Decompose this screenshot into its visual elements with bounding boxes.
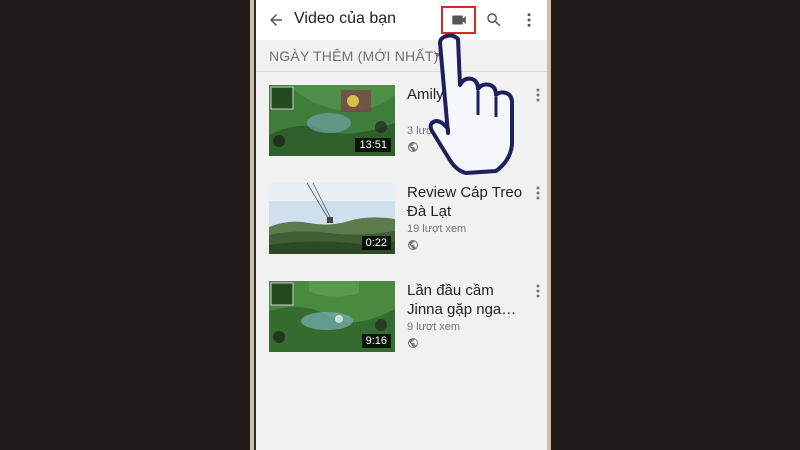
top-app-bar: Video của bạn: [256, 0, 547, 40]
upload-video-button[interactable]: [441, 6, 476, 34]
search-button[interactable]: [482, 8, 506, 32]
video-title: Amily có t: [407, 86, 473, 103]
more-vert-icon: [527, 13, 531, 27]
video-list-item[interactable]: 13:51 Amily có t 3 lượt: [256, 85, 547, 175]
globe-icon: [408, 142, 418, 152]
video-duration: 0:22: [361, 236, 391, 250]
video-views: 9 lượt xem: [407, 321, 461, 333]
sort-label: NGÀY THÊM (MỚI NHẤT): [269, 48, 439, 64]
globe-icon: [408, 338, 418, 348]
item-more-icon[interactable]: [533, 185, 543, 201]
video-duration: 13:51: [355, 138, 391, 152]
item-more-icon[interactable]: [533, 87, 543, 103]
video-camera-icon: [451, 15, 466, 25]
item-more-icon[interactable]: [533, 283, 543, 299]
search-icon: [487, 13, 501, 27]
back-button[interactable]: [264, 8, 288, 32]
globe-icon: [408, 240, 418, 250]
video-title: Review Cáp Treo Đà Lạt: [407, 184, 523, 220]
video-thumbnail[interactable]: 9:16: [269, 281, 395, 352]
video-list-item[interactable]: 9:16 Lần đầu cầm Jinna gặp nga… 9 lượt x…: [256, 281, 547, 371]
sort-dropdown[interactable]: NGÀY THÊM (MỚI NHẤT): [256, 40, 547, 72]
page-title: Video của bạn: [294, 10, 397, 27]
video-thumbnail[interactable]: 0:22: [269, 183, 395, 254]
video-thumbnail[interactable]: 13:51: [269, 85, 395, 156]
app-screen: Video của bạn NGÀY THÊM (MỚI NHẤT) 13:51…: [256, 0, 547, 450]
more-options-button[interactable]: [517, 8, 541, 32]
video-title: Lần đầu cầm Jinna gặp nga…: [407, 282, 517, 318]
video-list-item[interactable]: 0:22 Review Cáp Treo Đà Lạt 19 lượt xem: [256, 183, 547, 273]
video-views: 3 lượt: [407, 125, 437, 137]
video-duration: 9:16: [361, 334, 391, 348]
arrow-back-icon: [270, 14, 282, 26]
video-views: 19 lượt xem: [407, 223, 467, 235]
dropdown-arrow-icon: [434, 53, 442, 57]
